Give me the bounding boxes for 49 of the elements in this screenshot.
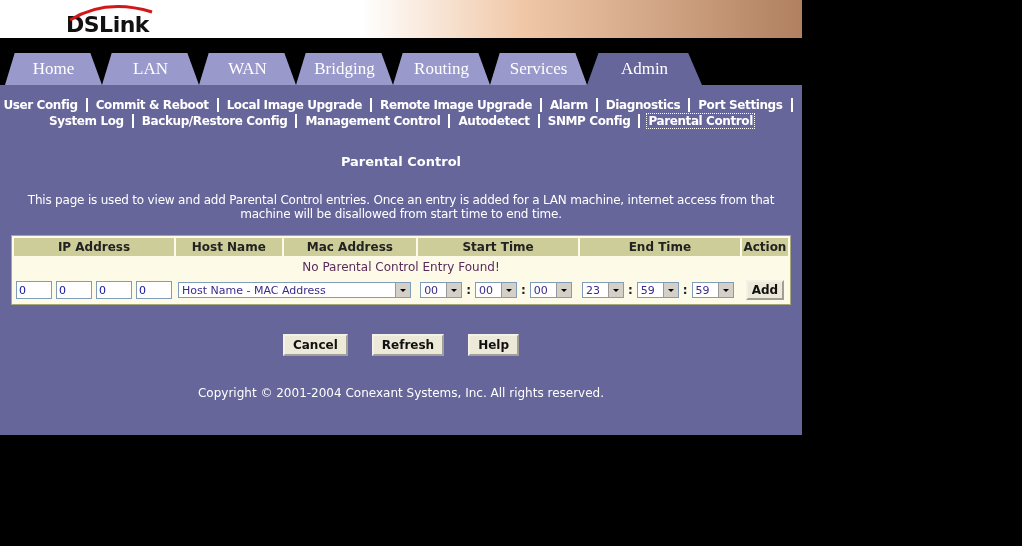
- action-button[interactable]: Cancel: [282, 334, 348, 356]
- time-separator: :: [682, 283, 688, 297]
- time-separator: :: [520, 283, 526, 297]
- dropdown[interactable]: 00: [420, 282, 463, 298]
- menu-link[interactable]: Diagnostics: [604, 98, 682, 112]
- nav-tab[interactable]: Bridging: [296, 53, 393, 85]
- nav-tab[interactable]: Routing: [393, 53, 490, 85]
- menu-link[interactable]: Local Image Upgrade: [225, 98, 364, 112]
- ip-octet-field[interactable]: 0: [56, 281, 92, 299]
- column-header: Mac Address: [283, 238, 417, 256]
- dropdown[interactable]: 00: [529, 282, 572, 298]
- menu-link[interactable]: User Config: [2, 98, 79, 112]
- menu-link[interactable]: Remote Image Upgrade: [379, 98, 533, 112]
- column-header: IP Address: [14, 238, 174, 256]
- page-heading: Parental Control: [340, 154, 462, 169]
- dropdown[interactable]: 23: [581, 282, 624, 298]
- column-header: Action: [741, 238, 788, 256]
- nav-tab[interactable]: Admin: [587, 53, 702, 85]
- action-button[interactable]: Refresh: [371, 334, 445, 356]
- ip-octet-field[interactable]: 0: [96, 281, 132, 299]
- time-separator: :: [466, 283, 471, 297]
- dropdown[interactable]: 59: [691, 282, 734, 298]
- menu-link[interactable]: Parental Control: [647, 114, 754, 128]
- empty-message: No Parental Control Entry Found!: [302, 260, 500, 274]
- dropdown[interactable]: Host Name - MAC Address: [178, 282, 411, 298]
- description: This page is used to view and add Parental Control entries. Once an entry is added for a LAN machine, internet access from that machine will be disallowed from start time to end time.: [26, 193, 776, 221]
- action-button[interactable]: Help: [468, 334, 519, 356]
- menu-link[interactable]: Management Control: [304, 114, 442, 128]
- add-button[interactable]: Add: [745, 280, 785, 300]
- ip-octet-field[interactable]: 0: [136, 281, 172, 299]
- nav-tab[interactable]: Home: [5, 53, 102, 85]
- column-header: Start Time: [418, 238, 578, 256]
- menu-link[interactable]: System Log: [48, 114, 125, 128]
- nav-tab[interactable]: WAN: [199, 53, 296, 85]
- menu-link[interactable]: Autodetect: [457, 114, 531, 128]
- menu-link[interactable]: Commit & Reboot: [94, 98, 210, 112]
- ip-octet-field[interactable]: 0: [16, 281, 52, 299]
- dropdown[interactable]: 59: [636, 282, 679, 298]
- menu-link[interactable]: Alarm: [548, 98, 589, 112]
- column-header: Host Name: [176, 238, 282, 256]
- menu-link[interactable]: Port Settings: [697, 98, 784, 112]
- nav-tab[interactable]: Services: [490, 53, 587, 85]
- copyright: Copyright © 2001-2004 Conexant Systems, Inc. All rights reserved.: [197, 386, 605, 400]
- time-separator: :: [627, 283, 633, 297]
- nav-tab[interactable]: LAN: [102, 53, 199, 85]
- dropdown[interactable]: 00: [474, 282, 517, 298]
- menu-link[interactable]: SNMP Config: [546, 114, 632, 128]
- menu-link[interactable]: Backup/Restore Config: [140, 114, 289, 128]
- column-header: End Time: [579, 238, 740, 256]
